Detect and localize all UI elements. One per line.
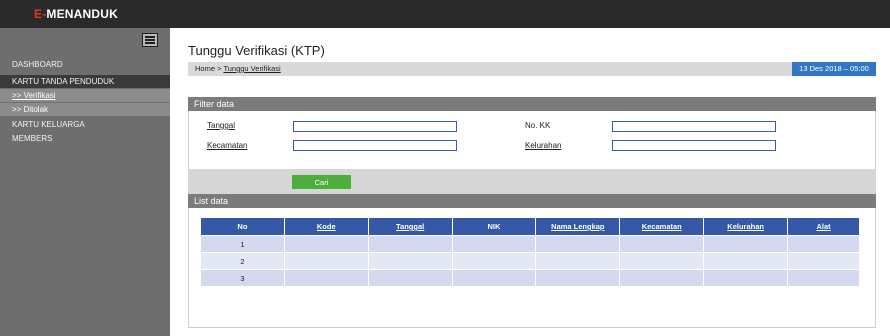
logo-accent: E- xyxy=(34,7,47,21)
column-header-alat[interactable]: Alat xyxy=(787,217,860,236)
table-cell-kode xyxy=(283,252,369,270)
hamburger-menu-icon[interactable] xyxy=(142,33,158,47)
table-cell-kelurahan xyxy=(703,269,789,287)
table-cell-no: 3 xyxy=(200,269,285,287)
table-cell-tanggal xyxy=(367,235,453,253)
app-logo[interactable]: E-MENANDUK xyxy=(34,7,118,21)
table-cell-nama-lengkap xyxy=(535,235,621,253)
logo-text: MENANDUK xyxy=(46,7,119,21)
breadcrumb: Home > Tunggu Verifikasi xyxy=(188,62,876,76)
column-header-kode[interactable]: Kode xyxy=(283,217,369,236)
sidebar-item-dashboard[interactable]: DASHBOARD xyxy=(0,58,170,71)
kelurahan-input[interactable] xyxy=(612,140,776,151)
datetime-badge: 13 Des 2018 – 05:00 xyxy=(792,62,876,76)
table-cell-alat xyxy=(787,269,860,287)
data-table: No Kode Tanggal NIK Nama Lengkap Kecamat… xyxy=(200,217,860,287)
table-header-row: No Kode Tanggal NIK Nama Lengkap Kecamat… xyxy=(200,217,860,236)
nokk-input[interactable] xyxy=(612,121,776,132)
table-cell-nama-lengkap xyxy=(535,269,621,287)
filter-action-bar: Cari xyxy=(188,169,876,194)
column-header-kelurahan[interactable]: Kelurahan xyxy=(703,217,789,236)
table-cell-nik xyxy=(451,235,537,253)
table-cell-alat xyxy=(787,252,860,270)
table-cell-kelurahan xyxy=(703,235,789,253)
table-row: 3 xyxy=(200,269,860,287)
list-panel-header: List data xyxy=(188,194,876,208)
table-cell-no: 2 xyxy=(200,252,285,270)
table-cell-kecamatan xyxy=(619,269,705,287)
column-header-kecamatan[interactable]: Kecamatan xyxy=(619,217,705,236)
table-cell-kode xyxy=(283,235,369,253)
filter-panel: Tanggal No. KK Kecamatan Kelurahan xyxy=(188,111,876,169)
tanggal-label: Tanggal xyxy=(207,121,236,130)
table-cell-tanggal xyxy=(367,252,453,270)
table-row: 1 xyxy=(200,235,860,253)
table-cell-no: 1 xyxy=(200,235,285,253)
list-panel: No Kode Tanggal NIK Nama Lengkap Kecamat… xyxy=(188,208,876,328)
tanggal-input[interactable] xyxy=(293,121,457,132)
sidebar-item-verifikasi[interactable]: >> Verifikasi xyxy=(0,89,170,102)
table-cell-nama-lengkap xyxy=(535,252,621,270)
table-cell-kode xyxy=(283,269,369,287)
table-cell-nik xyxy=(451,269,537,287)
table-cell-kecamatan xyxy=(619,252,705,270)
kelurahan-label: Kelurahan xyxy=(525,141,562,150)
table-row: 2 xyxy=(200,252,860,270)
page-title: Tunggu Verifikasi (KTP) xyxy=(188,43,325,58)
column-header-nik[interactable]: NIK xyxy=(451,217,537,236)
table-cell-kelurahan xyxy=(703,252,789,270)
sidebar-item-kartu-keluarga[interactable]: KARTU KELUARGA xyxy=(0,118,170,131)
sidebar-item-members[interactable]: MEMBERS xyxy=(0,132,170,145)
nokk-label: No. KK xyxy=(525,121,551,130)
table-cell-alat xyxy=(787,235,860,253)
search-button[interactable]: Cari xyxy=(292,175,351,189)
table-cell-kecamatan xyxy=(619,235,705,253)
sidebar-item-kartu-tanda-penduduk[interactable]: KARTU TANDA PENDUDUK xyxy=(0,75,170,88)
sidebar: DASHBOARD KARTU TANDA PENDUDUK >> Verifi… xyxy=(0,28,170,336)
column-header-no[interactable]: No xyxy=(200,217,285,236)
column-header-nama-lengkap[interactable]: Nama Lengkap xyxy=(535,217,621,236)
top-bar: E-MENANDUK xyxy=(0,0,890,28)
breadcrumb-current[interactable]: Tunggu Verifikasi xyxy=(223,64,280,73)
breadcrumb-home[interactable]: Home xyxy=(195,64,215,73)
table-cell-tanggal xyxy=(367,269,453,287)
kecamatan-input[interactable] xyxy=(293,140,457,151)
column-header-tanggal[interactable]: Tanggal xyxy=(367,217,453,236)
filter-panel-header: Filter data xyxy=(188,97,876,111)
table-cell-nik xyxy=(451,252,537,270)
kecamatan-label: Kecamatan xyxy=(207,141,248,150)
sidebar-item-ditolak[interactable]: >> Ditolak xyxy=(0,103,170,116)
